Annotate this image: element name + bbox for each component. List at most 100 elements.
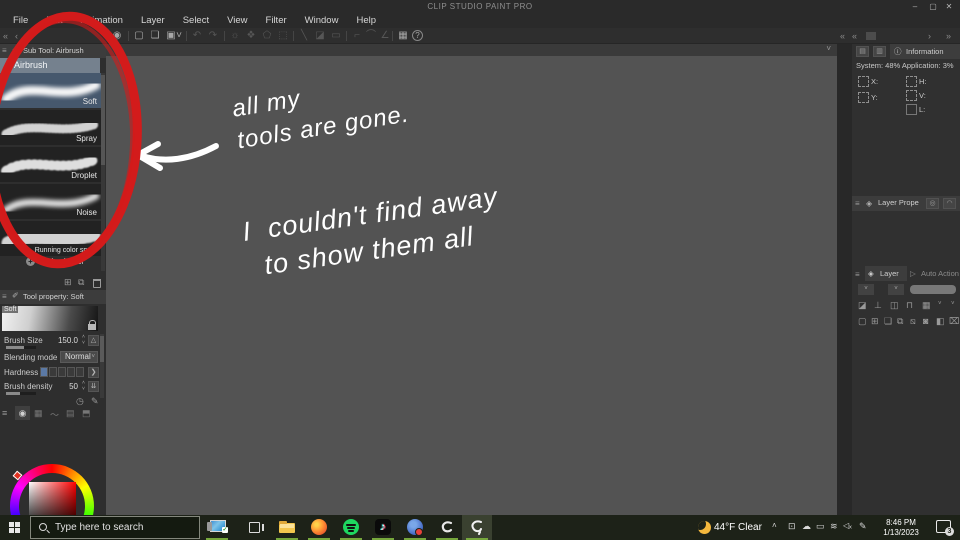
menu-select[interactable]: Select <box>174 14 218 28</box>
delete-layer-icon[interactable]: ⌧ <box>949 316 959 327</box>
taskbar-app-tiktok[interactable]: ♪ <box>368 515 398 540</box>
onedrive-cloud-icon[interactable]: ☁ <box>802 521 811 532</box>
color-palette-menu-icon[interactable]: ≡ <box>2 408 7 418</box>
dock-collapse-icon[interactable]: « <box>3 29 8 43</box>
density-value[interactable]: 50 <box>58 382 78 391</box>
chevron-down-icon[interactable]: ˅ <box>951 301 955 307</box>
merge-layer-icon[interactable]: ⧅ <box>910 316 916 327</box>
select-lasso-icon[interactable]: ⬠ <box>260 29 274 43</box>
new-folder-icon[interactable]: ❏ <box>884 316 892 327</box>
open-file-icon[interactable]: ❏ <box>148 29 162 43</box>
transfer-layer-icon[interactable]: ⧉ <box>897 316 903 327</box>
brush-item-noise[interactable]: Noise <box>0 184 101 220</box>
opacity-slider[interactable] <box>910 285 956 294</box>
taskbar-clock[interactable]: 8:46 PM 1/13/2023 <box>873 518 929 537</box>
duplicate-subtool-icon[interactable]: ⧉ <box>78 277 84 288</box>
show-all-settings-icon[interactable]: ◷ <box>76 396 84 407</box>
new-file-icon[interactable]: ▢ <box>132 29 146 43</box>
snap-curve-icon[interactable]: ⌒ <box>364 29 378 43</box>
brush-item-running-color-spray[interactable]: Running color spray <box>0 221 101 257</box>
add-subtool-button[interactable]: + Add sub tool <box>0 256 101 270</box>
weather-moon-icon[interactable] <box>698 521 711 534</box>
balloon-icon[interactable]: ◠ <box>943 198 956 209</box>
density-mini-slider[interactable] <box>6 392 36 395</box>
deselect-icon[interactable]: ╲ <box>297 29 311 43</box>
invert-selection-icon[interactable]: ◪ <box>313 29 327 43</box>
dock-scroll-next-icon[interactable]: › <box>928 29 931 43</box>
menu-window[interactable]: Window <box>296 14 348 28</box>
layer-mask-icon[interactable]: ◙ <box>923 316 928 326</box>
lock-icon[interactable] <box>88 320 96 330</box>
palette-menu-icon[interactable]: ≡ <box>2 46 10 56</box>
menu-help[interactable]: Help <box>347 14 385 28</box>
canvas[interactable]: ˅ all my tools are gone. I couldn't find … <box>106 44 837 515</box>
hardness-seg-3[interactable] <box>58 367 66 377</box>
start-button[interactable] <box>0 515 30 540</box>
weather-widget[interactable]: 44°F Clear <box>714 522 762 533</box>
brush-item-spray[interactable]: Spray <box>0 110 101 146</box>
menu-file[interactable]: File <box>4 14 37 28</box>
hardness-expand-button[interactable]: ❯ <box>88 367 99 378</box>
layer-color-icon[interactable]: ◪ <box>858 300 867 311</box>
subtool-scrollbar[interactable] <box>101 73 105 271</box>
right-dock-collapse2-icon[interactable]: « <box>852 29 857 43</box>
taskbar-app-spotify[interactable] <box>336 515 366 540</box>
brush-item-soft[interactable]: Soft <box>0 73 101 109</box>
minimize-button[interactable]: – <box>906 0 924 14</box>
close-button[interactable]: ✕ <box>940 0 958 14</box>
palette-menu-icon[interactable]: ≡ <box>855 199 860 208</box>
tool-settings-wrench-icon[interactable]: ✎ <box>91 396 99 407</box>
taskbar-app-clip-studio-paint-active[interactable] <box>462 515 492 540</box>
action-center-button[interactable]: 3 <box>936 520 954 536</box>
tray-app-icon[interactable]: ⊡ <box>788 521 796 532</box>
menu-layer[interactable]: Layer <box>132 14 174 28</box>
color-set-tab[interactable]: ▦ <box>34 408 43 419</box>
tray-expand-chevron-icon[interactable]: ˄ <box>772 521 777 530</box>
dock-scrollbar-thumb[interactable] <box>866 32 876 40</box>
menu-view[interactable]: View <box>218 14 256 28</box>
tool-property-scrollbar[interactable] <box>100 334 104 398</box>
gradient-tab[interactable]: ⬒ <box>82 408 91 419</box>
menu-edit[interactable]: Edit <box>37 14 71 28</box>
dock-scroll-end-icon[interactable]: » <box>946 29 951 43</box>
delete-subtool-icon[interactable] <box>93 279 101 288</box>
select-rect-icon[interactable]: ⬚ <box>276 29 290 43</box>
redo-icon[interactable]: ↷ <box>206 29 220 43</box>
snap-angle-icon[interactable]: ∠ <box>378 29 392 43</box>
hardness-seg-4[interactable] <box>67 367 75 377</box>
brush-size-value[interactable]: 150.0 <box>52 336 78 345</box>
taskbar-app-clip-studio[interactable] <box>432 515 462 540</box>
volume-muted-icon[interactable]: ◁ₓ <box>843 521 852 530</box>
menu-filter[interactable]: Filter <box>257 14 296 28</box>
palette-menu-icon[interactable]: ≡ <box>2 292 10 302</box>
taskbar-app-firefox[interactable] <box>304 515 334 540</box>
stabilize-button[interactable]: △ <box>88 335 99 346</box>
hardness-seg-5[interactable] <box>76 367 84 377</box>
blend-mode-dropdown[interactable]: ˅ <box>858 284 874 295</box>
apply-mask-icon[interactable]: ◧ <box>936 316 945 327</box>
undo-icon[interactable]: ↶ <box>190 29 204 43</box>
hardness-seg-1[interactable] <box>40 367 48 377</box>
lock-layer-icon[interactable]: ⊓ <box>906 300 913 311</box>
new-vector-layer-icon[interactable]: ⊞ <box>871 316 879 327</box>
density-dynamics-button[interactable]: ⇊ <box>88 381 99 392</box>
tab-airbrush[interactable]: ✐ Airbrush <box>0 58 100 73</box>
text-layer-icon[interactable]: ⊥ <box>874 300 882 311</box>
right-dock-collapse-icon[interactable]: « <box>840 29 845 43</box>
save-dropdown-icon[interactable]: ˅ <box>175 29 183 43</box>
color-slider-tab[interactable]: 〜 <box>50 408 59 421</box>
dock-collapse2-icon[interactable]: ‹ <box>15 29 18 43</box>
clip-to-layer-icon[interactable]: ◫ <box>890 300 899 311</box>
tab-layer[interactable]: ◈ Layer <box>865 266 907 281</box>
select-wand-icon[interactable]: ☼ <box>228 29 242 43</box>
battery-icon[interactable]: ▭ <box>816 521 825 532</box>
color-wheel-tab[interactable]: ◉ <box>15 406 30 420</box>
tab-information[interactable]: ⓘ Information <box>890 44 960 59</box>
opacity-dropdown[interactable]: ˅ <box>888 284 904 295</box>
task-view-button[interactable] <box>240 515 270 540</box>
import-subtool-icon[interactable]: ⊞ <box>64 277 72 288</box>
color-grid-tab[interactable]: ▤ <box>66 408 75 419</box>
brush-item-droplet[interactable]: Droplet <box>0 147 101 183</box>
taskbar-app-file-explorer[interactable] <box>272 515 302 540</box>
brush-size-step-down-icon[interactable]: ˅ <box>80 341 87 346</box>
